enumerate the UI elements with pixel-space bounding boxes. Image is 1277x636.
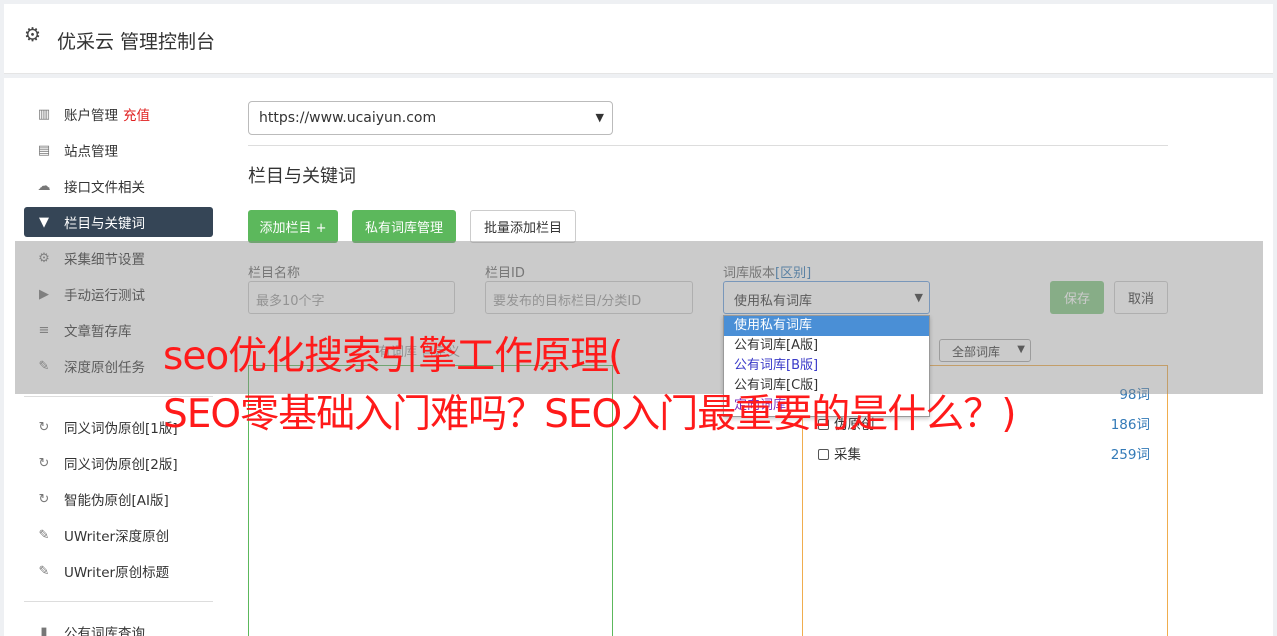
library-count: 186词 [1110, 417, 1150, 433]
sidebar-item-label: UWriter原创标题 [64, 565, 170, 581]
version-option[interactable]: 使用私有词库 [724, 316, 929, 336]
sidebar-item-label: 栏目与关键词 [64, 216, 145, 232]
sidebar-item-uwriter-deep[interactable]: ✎ UWriter深度原创 [24, 517, 213, 553]
refresh-icon: ↻ [38, 491, 50, 507]
top-header: ⚙ 优采云 管理控制台 [4, 4, 1273, 74]
version-option[interactable]: 公有词库[A版] [724, 336, 929, 356]
sidebar-item-label: 账户管理 [64, 108, 118, 124]
refresh-icon: ↻ [38, 455, 50, 471]
checkbox[interactable] [818, 449, 829, 460]
sidebar-item-label: 站点管理 [64, 144, 118, 160]
sidebar-divider [24, 601, 213, 602]
library-name-wrap: 采集 [818, 443, 861, 463]
library-row[interactable]: 采集 259词 [818, 443, 1150, 463]
sidebar-item-label: 智能伪原创[AI版] [64, 493, 169, 509]
sidebar-item-label: UWriter深度原创 [64, 529, 170, 545]
sidebar-item-sites[interactable]: ▤ 站点管理 [24, 132, 213, 168]
page-title: 优采云 管理控制台 [57, 31, 216, 53]
divider [248, 145, 1168, 146]
site-select-value: https://www.ucaiyun.com [259, 110, 437, 126]
sidebar-item-account[interactable]: ▥ 账户管理 充值 [24, 96, 213, 132]
sidebar-item-label: 公有词库查询 [64, 626, 145, 636]
sidebar-item-label: 接口文件相关 [64, 180, 145, 196]
sidebar-item-uwriter-title[interactable]: ✎ UWriter原创标题 [24, 553, 213, 589]
chevron-down-icon: ▼ [595, 111, 604, 124]
book-icon: ▮ [40, 624, 48, 636]
filter-icon: ▼ [39, 214, 49, 230]
refresh-icon: ↻ [38, 419, 50, 435]
bar-chart-icon: ▥ [37, 106, 51, 122]
server-icon: ▤ [37, 142, 51, 158]
sidebar-item-columns[interactable]: ▼ 栏目与关键词 [24, 207, 213, 237]
add-column-button[interactable]: 添加栏目 + [248, 210, 338, 243]
cloud-upload-icon: ☁ [37, 178, 51, 194]
sidebar-item-label: 同义词伪原创[2版] [64, 457, 178, 473]
sidebar-item-synonym-v2[interactable]: ↻ 同义词伪原创[2版] [24, 445, 213, 481]
sidebar-item-interface[interactable]: ☁ 接口文件相关 [24, 168, 213, 204]
recharge-link[interactable]: 充值 [123, 104, 150, 124]
edit-icon: ✎ [38, 527, 50, 543]
edit-icon: ✎ [38, 563, 50, 579]
watermark-line-2: SEO零基础入门难吗？SEO入门最重要的是什么？) [163, 392, 1016, 437]
sidebar-item-public-lib[interactable]: ▮ 公有词库查询 [24, 614, 213, 636]
version-option[interactable]: 公有词库[B版] [724, 356, 929, 376]
batch-add-button[interactable]: 批量添加栏目 [470, 210, 576, 243]
private-lib-button[interactable]: 私有词库管理 [352, 210, 456, 243]
library-name: 采集 [834, 447, 861, 463]
library-count: 259词 [1110, 447, 1150, 463]
section-title: 栏目与关键词 [248, 166, 356, 187]
gear-icon: ⚙ [24, 24, 42, 46]
watermark-line-1: seo优化搜索引擎工作原理( [163, 334, 623, 379]
site-select[interactable]: https://www.ucaiyun.com ▼ [248, 101, 613, 135]
sidebar-item-ai-rewrite[interactable]: ↻ 智能伪原创[AI版] [24, 481, 213, 517]
sidebar-item-label: 同义词伪原创[1版] [64, 421, 178, 437]
